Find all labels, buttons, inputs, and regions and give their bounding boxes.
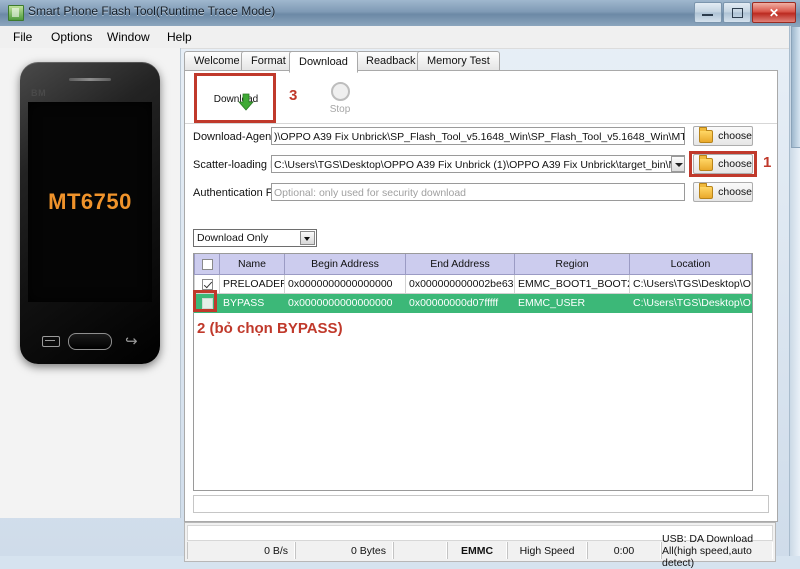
scatter-file-row: Scatter-loading File C:\Users\TGS\Deskto… — [185, 151, 777, 177]
menu-item-window[interactable]: Window — [100, 30, 157, 44]
menu-item-help[interactable]: Help — [160, 30, 199, 44]
download-agent-label: Download-Agent — [193, 131, 275, 143]
folder-icon — [699, 126, 714, 143]
authentication-file-choose-button[interactable]: choose — [693, 182, 753, 202]
phone-illustration: BM MT6750 ↩ — [8, 56, 172, 376]
status-bytes: 0 Bytes — [295, 542, 393, 559]
column-region: Region — [514, 254, 630, 275]
phone-speaker — [69, 78, 111, 81]
back-key-icon: ↩ — [125, 333, 138, 350]
close-icon: ✕ — [768, 5, 780, 20]
choose-label: choose — [718, 186, 752, 198]
stop-button-label: Stop — [329, 103, 351, 115]
menu-item-file[interactable]: File — [6, 30, 39, 44]
row-checkbox[interactable] — [201, 278, 213, 290]
annotation-step-2: 2 (bỏ chọn BYPASS) — [197, 320, 343, 337]
highlight-box-download — [194, 73, 276, 123]
choose-label: choose — [718, 130, 752, 142]
authentication-file-input[interactable]: Optional: only used for security downloa… — [271, 183, 685, 201]
status-elapsed: 0:00 — [587, 542, 661, 559]
progress-bar — [193, 495, 769, 513]
file-fields: Download-Agent )\OPPO A39 Fix Unbrick\SP… — [185, 123, 777, 202]
partition-table-wrapper[interactable]: Name Begin Address End Address Region Lo… — [193, 253, 753, 491]
tab-readback[interactable]: Readback — [356, 51, 426, 71]
cell-region: EMMC_USER — [514, 293, 630, 313]
folder-icon — [699, 182, 714, 199]
chipset-label: MT6750 — [48, 189, 132, 214]
scatter-file-dropdown-icon[interactable] — [671, 156, 685, 172]
status-cells: 0 B/s 0 Bytes EMMC High Speed 0:00 USB: … — [187, 533, 773, 569]
annotation-step-1: 1 — [763, 154, 772, 171]
download-mode-value: Download Only — [197, 232, 269, 244]
status-blank — [393, 542, 447, 559]
cell-begin-address: 0x0000000000000000 — [284, 274, 406, 294]
minimize-button[interactable] — [694, 2, 722, 23]
table-row[interactable]: BYPASS 0x0000000000000000 0x00000000d07f… — [194, 293, 752, 313]
authentication-file-label: Authentication File — [193, 187, 284, 199]
download-agent-input[interactable]: )\OPPO A39 Fix Unbrick\SP_Flash_Tool_v5.… — [271, 127, 685, 145]
page-scrollbar[interactable] — [789, 26, 800, 556]
cell-region: EMMC_BOOT1_BOOT2 — [514, 274, 630, 294]
chevron-down-icon[interactable] — [300, 231, 315, 245]
column-name: Name — [219, 254, 285, 275]
status-storage: EMMC — [447, 542, 507, 559]
menu-key-icon — [42, 336, 60, 347]
select-all-checkbox[interactable] — [201, 258, 213, 270]
home-key-icon — [68, 333, 112, 350]
phone-nav-keys: ↩ — [20, 332, 160, 350]
download-mode-select[interactable]: Download Only — [193, 229, 317, 247]
stop-icon — [330, 81, 350, 101]
table-header-row: Name Begin Address End Address Region Lo… — [194, 254, 752, 275]
tab-memory-test[interactable]: Memory Test — [417, 51, 500, 71]
authentication-file-row: Authentication File Optional: only used … — [185, 182, 777, 205]
scatter-file-input[interactable]: C:\Users\TGS\Desktop\OPPO A39 Fix Unbric… — [271, 155, 685, 173]
status-speed: 0 B/s — [187, 542, 295, 559]
window-title: Smart Phone Flash Tool(Runtime Trace Mod… — [28, 4, 276, 18]
menu-item-options[interactable]: Options — [44, 30, 99, 44]
window-controls: ✕ — [694, 2, 796, 23]
close-button[interactable]: ✕ — [752, 2, 796, 23]
annotation-step-3: 3 — [289, 87, 298, 104]
tab-format[interactable]: Format — [241, 51, 296, 71]
column-begin-address: Begin Address — [284, 254, 406, 275]
cell-name: PRELOADER — [219, 274, 285, 294]
download-panel: Download 3 Stop Download-Agent )\OPPO A3… — [184, 70, 778, 522]
stop-button[interactable]: Stop — [317, 79, 363, 117]
action-toolbar: Download 3 Stop — [185, 71, 777, 124]
app-icon — [8, 5, 24, 21]
page-scrollbar-thumb[interactable] — [791, 26, 800, 148]
phone-screen: MT6750 — [28, 102, 152, 302]
cell-end-address: 0x000000000002be63 — [405, 274, 515, 294]
download-agent-row: Download-Agent )\OPPO A39 Fix Unbrick\SP… — [185, 126, 777, 149]
tab-welcome[interactable]: Welcome — [184, 51, 250, 71]
title-bar: Smart Phone Flash Tool(Runtime Trace Mod… — [0, 0, 800, 27]
cell-end-address: 0x00000000d07fffff — [405, 293, 515, 313]
highlight-box-scatter-choose — [689, 151, 757, 177]
phone-body: BM MT6750 ↩ — [20, 62, 160, 364]
status-usb-speed: High Speed — [507, 542, 587, 559]
tab-download[interactable]: Download — [289, 51, 358, 73]
cell-name: BYPASS — [219, 293, 285, 313]
cell-location: C:\Users\TGS\Desktop\OPPO A39 Fix ... — [629, 274, 752, 294]
column-select-all[interactable] — [194, 254, 220, 275]
table-row[interactable]: PRELOADER 0x0000000000000000 0x000000000… — [194, 274, 752, 294]
watermark-label: BM — [31, 88, 47, 98]
status-connection: USB: DA Download All(high speed,auto det… — [661, 533, 773, 569]
cell-begin-address: 0x0000000000000000 — [284, 293, 406, 313]
device-preview-pane: BM MT6750 ↩ — [0, 48, 181, 518]
partition-table: Name Begin Address End Address Region Lo… — [194, 254, 752, 313]
main-pane: Welcome Format Download Readback Memory … — [180, 48, 800, 569]
application-window: Smart Phone Flash Tool(Runtime Trace Mod… — [0, 0, 800, 569]
column-end-address: End Address — [405, 254, 515, 275]
menu-bar: File Options Window Help — [0, 26, 800, 49]
status-bar: 0 B/s 0 Bytes EMMC High Speed 0:00 USB: … — [184, 522, 776, 569]
column-location: Location — [629, 254, 752, 275]
download-agent-choose-button[interactable]: choose — [693, 126, 753, 146]
highlight-box-bypass-checkbox — [193, 290, 217, 312]
maximize-button[interactable] — [723, 2, 751, 23]
cell-location: C:\Users\TGS\Desktop\OPPO A39 Fix ... — [629, 293, 752, 313]
